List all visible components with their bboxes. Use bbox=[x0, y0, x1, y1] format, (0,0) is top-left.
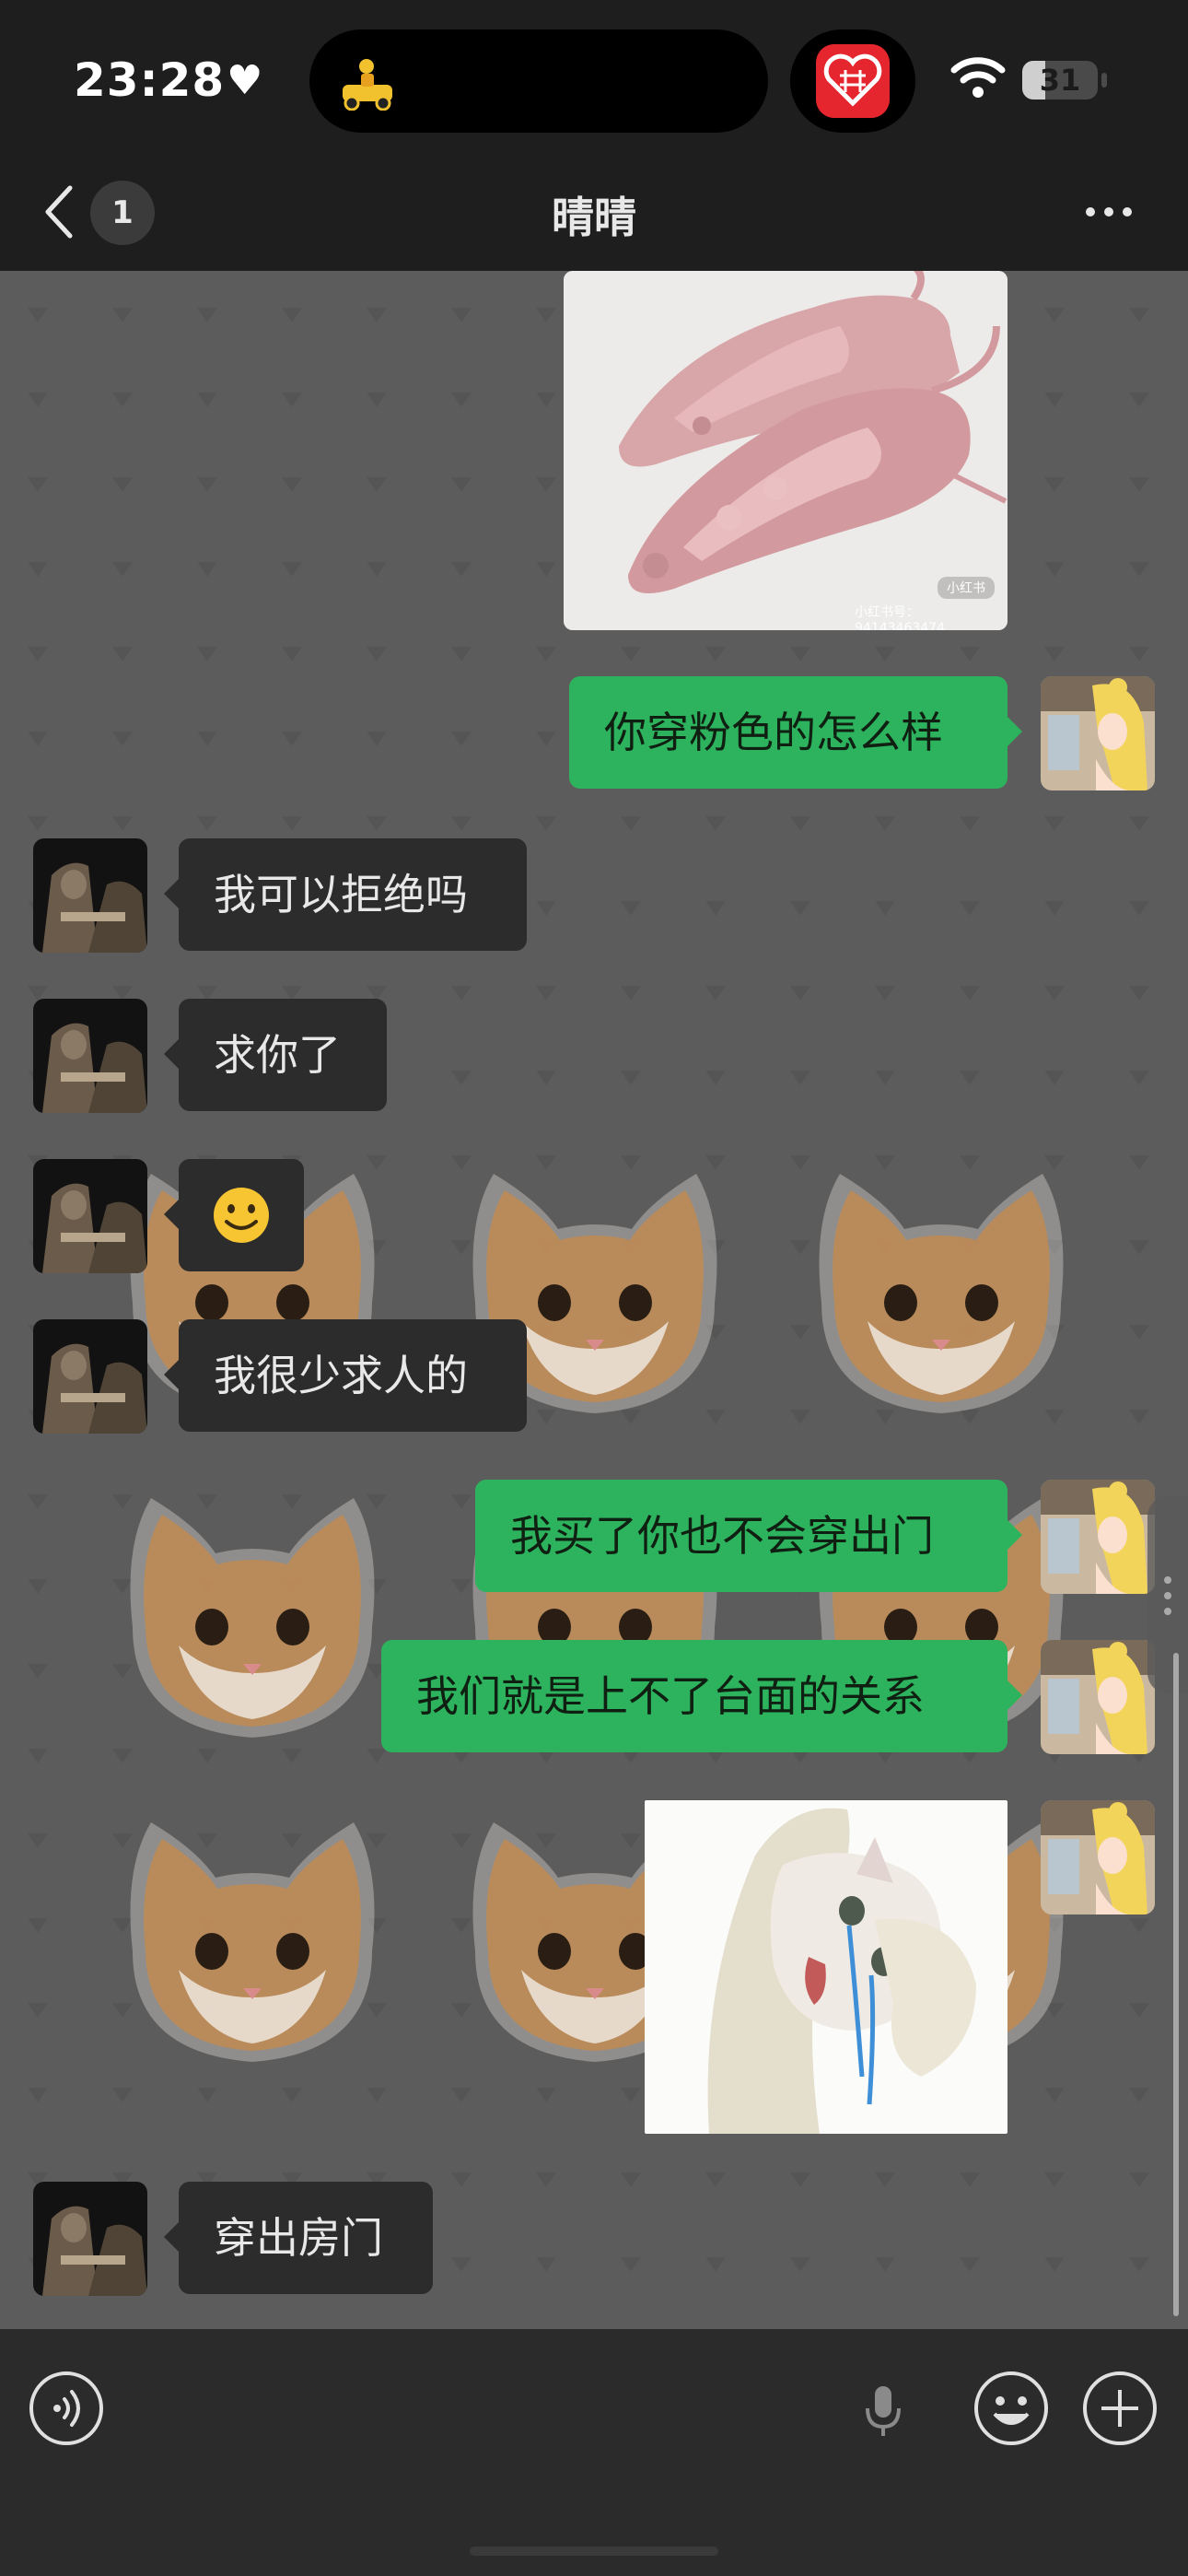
anime-girl-avatar bbox=[1041, 1480, 1155, 1594]
dark-portrait-avatar bbox=[33, 1159, 147, 1273]
chat-screen: 23:28 ♥ 31 1 晴晴 小红书 小红书号：94143463474 你穿粉… bbox=[0, 0, 1188, 2576]
heart-icon: ♥ bbox=[227, 57, 263, 104]
pink-mouse-shoes-image bbox=[564, 271, 1007, 630]
anime-girl-avatar bbox=[1041, 1640, 1155, 1754]
side-drawer-handle[interactable] bbox=[1147, 1496, 1188, 1693]
chat-title: 晴晴 bbox=[552, 193, 636, 242]
anime-girl-avatar bbox=[1041, 676, 1155, 790]
voice-icon[interactable] bbox=[28, 2370, 105, 2447]
image-message[interactable]: 小红书 小红书号：94143463474 bbox=[564, 271, 1007, 630]
my-avatar[interactable] bbox=[1041, 676, 1155, 790]
message-bubble-incoming[interactable]: 穿出房门 bbox=[164, 2182, 433, 2294]
delivery-rider-icon bbox=[343, 59, 392, 111]
contact-avatar[interactable] bbox=[33, 1159, 147, 1273]
contact-avatar[interactable] bbox=[33, 2182, 147, 2296]
emoji-message[interactable] bbox=[164, 1159, 304, 1271]
contact-avatar[interactable] bbox=[33, 999, 147, 1113]
crying-cat-sticker bbox=[645, 1800, 1007, 2134]
my-avatar[interactable] bbox=[1041, 1640, 1155, 1754]
battery-percent: 31 bbox=[1039, 63, 1081, 98]
message-bubble-outgoing[interactable]: 我买了你也不会穿出门 bbox=[475, 1480, 1022, 1592]
watermark-badge: 小红书 bbox=[938, 577, 995, 599]
plus-icon[interactable] bbox=[1081, 2370, 1159, 2447]
dark-portrait-avatar bbox=[33, 1319, 147, 1434]
input-bar bbox=[0, 2329, 1188, 2576]
home-indicator[interactable] bbox=[470, 2547, 718, 2556]
vertical-dots-icon bbox=[1164, 1576, 1171, 1615]
sticker-message[interactable] bbox=[645, 1800, 1007, 2134]
dark-portrait-avatar bbox=[33, 2182, 147, 2296]
anime-girl-avatar bbox=[1041, 1800, 1155, 1914]
scrollbar[interactable] bbox=[1173, 1653, 1179, 2316]
my-avatar[interactable] bbox=[1041, 1800, 1155, 1914]
message-input[interactable] bbox=[131, 2360, 945, 2458]
my-avatar[interactable] bbox=[1041, 1480, 1155, 1594]
battery-tip bbox=[1101, 73, 1107, 88]
battery-indicator: 31 bbox=[1022, 61, 1098, 100]
contact-avatar[interactable] bbox=[33, 1319, 147, 1434]
message-list[interactable]: 小红书 小红书号：94143463474 你穿粉色的怎么样 我可以拒绝吗 求你了… bbox=[0, 271, 1188, 2329]
more-options-icon[interactable] bbox=[1083, 205, 1135, 219]
dark-portrait-avatar bbox=[33, 838, 147, 953]
live-activity[interactable] bbox=[790, 29, 915, 133]
message-bubble-outgoing[interactable]: 你穿粉色的怎么样 bbox=[569, 676, 1022, 789]
status-bar: 23:28 ♥ 31 bbox=[0, 0, 1188, 157]
chat-header: 1 晴晴 bbox=[0, 157, 1188, 271]
pinduoduo-app-icon bbox=[816, 44, 890, 118]
microphone-icon[interactable] bbox=[860, 2383, 906, 2438]
contact-avatar[interactable] bbox=[33, 838, 147, 953]
smile-emoji-icon bbox=[214, 1188, 269, 1243]
wifi-icon bbox=[950, 57, 1006, 98]
message-bubble-incoming[interactable]: 我很少求人的 bbox=[164, 1319, 527, 1432]
emoji-icon[interactable] bbox=[973, 2370, 1050, 2447]
watermark-id: 小红书号：94143463474 bbox=[855, 605, 945, 630]
dynamic-island[interactable] bbox=[309, 29, 768, 133]
dark-portrait-avatar bbox=[33, 999, 147, 1113]
status-time: 23:28 bbox=[74, 53, 226, 107]
message-bubble-incoming[interactable]: 求你了 bbox=[164, 999, 387, 1111]
message-bubble-incoming[interactable]: 我可以拒绝吗 bbox=[164, 838, 527, 951]
message-bubble-outgoing[interactable]: 我们就是上不了台面的关系 bbox=[381, 1640, 1022, 1752]
